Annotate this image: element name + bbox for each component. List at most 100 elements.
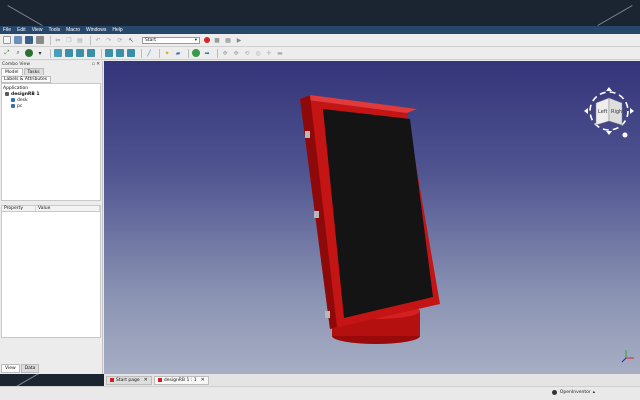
z-axis-icon: [621, 357, 627, 363]
new-file-icon[interactable]: [3, 36, 11, 44]
navcube-arrow-down-icon[interactable]: [606, 131, 612, 135]
measure-icon[interactable]: ╱: [145, 49, 153, 57]
view-rear-icon[interactable]: [105, 49, 113, 57]
tree-item-label: desk: [17, 97, 28, 103]
view-toolbar: ⤢ ⌕ ▾ ╱ ✦ ▰ ➡ ✥ ✥ ⟲ ◎ ✛ ▬: [0, 47, 640, 60]
print-icon[interactable]: [36, 36, 44, 44]
measure-angular-icon[interactable]: ✥: [232, 49, 240, 57]
tab-data[interactable]: Data: [20, 364, 40, 373]
draw-style-icon[interactable]: [25, 49, 33, 57]
group-icon[interactable]: ▰: [174, 49, 182, 57]
measure-refresh-icon[interactable]: ⟲: [243, 49, 251, 57]
3d-viewport[interactable]: Left Righ: [104, 61, 640, 374]
measure-toggle-icon[interactable]: ◎: [254, 49, 262, 57]
file-toolbar: ✂ ❐ ▤ ↶ ↷ ⟳ ↖ Start ▾ ■ ▦ ▶: [0, 34, 640, 47]
pc-model[interactable]: [300, 95, 440, 329]
navigation-cube[interactable]: Left Righ: [584, 87, 634, 138]
view-bottom-icon[interactable]: [116, 49, 124, 57]
close-icon[interactable]: ✕: [96, 62, 100, 67]
view-right-icon[interactable]: [87, 49, 95, 57]
paste-icon[interactable]: ▤: [76, 36, 84, 44]
frame-corner: [7, 5, 43, 26]
menu-view[interactable]: View: [32, 27, 43, 33]
chevron-up-icon: ▴: [592, 390, 595, 395]
macro-edit-icon[interactable]: ▦: [224, 36, 232, 44]
save-icon[interactable]: [25, 36, 33, 44]
menu-edit[interactable]: Edit: [17, 27, 26, 33]
web-icon[interactable]: [192, 49, 200, 57]
property-table-header: Property Value: [1, 205, 101, 212]
part-icon: [11, 98, 15, 102]
toolbar-separator: [188, 48, 189, 58]
navcube-arrow-right-icon[interactable]: [630, 108, 634, 114]
toolbar-separator: [101, 48, 102, 58]
view-top-icon[interactable]: [76, 49, 84, 57]
undo-icon[interactable]: ↶: [94, 36, 102, 44]
cut-icon[interactable]: ✂: [54, 36, 62, 44]
combo-tabs: Model Tasks: [0, 68, 102, 75]
freecad-window: File Edit View Tools Macro Windows Help …: [0, 26, 640, 400]
fit-all-icon[interactable]: ⤢: [3, 49, 11, 57]
navcube-menu-icon[interactable]: [622, 132, 628, 138]
axis-cross: [621, 350, 634, 363]
3d-scene[interactable]: Left Righ: [104, 61, 640, 374]
tab-designrb-document[interactable]: designRB 1 : 1 ✕: [153, 375, 209, 385]
tree-item-pc[interactable]: pc: [3, 103, 99, 109]
redo-icon[interactable]: ↷: [105, 36, 113, 44]
view-front-icon[interactable]: [65, 49, 73, 57]
close-icon[interactable]: ✕: [144, 377, 148, 383]
menu-macro[interactable]: Macro: [66, 27, 80, 33]
toolbar-separator: [141, 48, 142, 58]
menu-tools[interactable]: Tools: [48, 27, 60, 33]
navigation-style-selector[interactable]: OpenInventor ▴: [551, 390, 595, 395]
stereo-icon[interactable]: ▾: [36, 49, 44, 57]
fit-selection-icon[interactable]: ⌕: [14, 49, 22, 57]
part-icon[interactable]: ✦: [163, 49, 171, 57]
tab-view[interactable]: View: [1, 364, 20, 373]
combo-view-title-bar: Combo View ▫ ✕: [0, 61, 102, 68]
status-bar: OpenInventor ▴: [0, 386, 640, 400]
macro-stop-icon[interactable]: ■: [213, 36, 221, 44]
tab-start-page[interactable]: Start page ✕: [106, 375, 152, 385]
refresh-icon[interactable]: ⟳: [116, 36, 124, 44]
copy-icon[interactable]: ❐: [65, 36, 73, 44]
macro-play-icon[interactable]: ▶: [235, 36, 243, 44]
chevron-down-icon: ▾: [194, 37, 197, 43]
view-left-icon[interactable]: [127, 49, 135, 57]
column-property[interactable]: Property: [2, 206, 36, 211]
menu-windows[interactable]: Windows: [86, 27, 106, 33]
measure-clear-icon[interactable]: ▬: [276, 49, 284, 57]
panel-controls: ▫ ✕: [92, 62, 100, 67]
forward-icon[interactable]: ➡: [203, 49, 211, 57]
close-icon[interactable]: ✕: [201, 377, 205, 383]
tab-tasks[interactable]: Tasks: [23, 68, 44, 75]
combo-view-title: Combo View: [2, 62, 30, 67]
tree-item-label: pc: [17, 103, 23, 109]
workbench-selector[interactable]: Start ▾: [142, 36, 200, 44]
tab-model[interactable]: Model: [1, 68, 23, 75]
whats-this-icon[interactable]: ↖: [127, 36, 135, 44]
toolbar-separator: [50, 48, 51, 58]
monitor-button: [325, 311, 330, 318]
macro-record-icon[interactable]: [204, 37, 210, 43]
navcube-arrow-left-icon[interactable]: [584, 108, 588, 114]
menu-help[interactable]: Help: [112, 27, 122, 33]
navcube-arrow-up-icon[interactable]: [606, 87, 612, 91]
undock-icon[interactable]: ▫: [92, 62, 95, 67]
menu-file[interactable]: File: [3, 27, 11, 33]
navcube-right-label: Righ: [611, 109, 622, 115]
view-isometric-icon[interactable]: [54, 49, 62, 57]
monitor-button: [305, 131, 310, 138]
measure-3d-icon[interactable]: ✛: [265, 49, 273, 57]
column-value[interactable]: Value: [36, 206, 100, 211]
monitor-button: [314, 211, 319, 218]
open-file-icon[interactable]: [14, 36, 22, 44]
workbench-label: Start: [145, 37, 156, 43]
measure-linear-icon[interactable]: ✥: [221, 49, 229, 57]
document-icon: [5, 92, 9, 96]
freecad-icon: [110, 378, 114, 382]
freecad-icon: [157, 378, 162, 382]
tree-section-label: Application: [3, 85, 29, 91]
tab-label: designRB 1 : 1: [163, 377, 197, 383]
tab-labels-attributes[interactable]: Labels & Attributes: [1, 76, 51, 83]
